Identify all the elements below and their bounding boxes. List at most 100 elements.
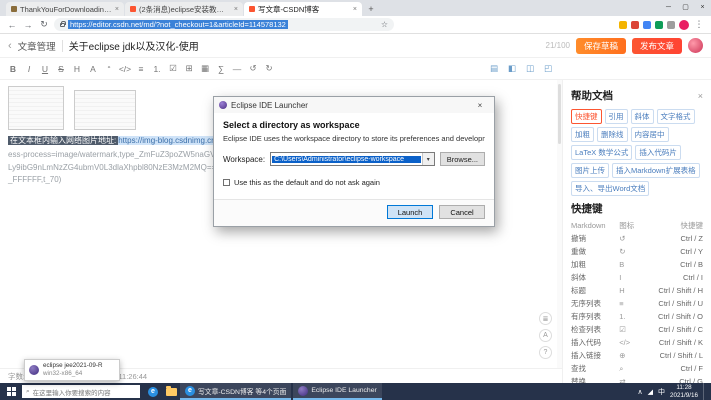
italic-icon: I (619, 271, 640, 284)
redo-icon[interactable]: ↻ (262, 61, 276, 77)
help-tag[interactable]: 内容居中 (631, 127, 669, 142)
browser-tab-write-article[interactable]: 写文章-CSDN博客 × (244, 2, 362, 16)
tab-close-icon[interactable]: × (115, 6, 119, 13)
notification-center-button[interactable] (703, 383, 709, 400)
help-tag[interactable]: 引用 (605, 109, 628, 124)
outline-icon[interactable]: ▤ (487, 61, 501, 77)
launch-button[interactable]: Launch (387, 205, 433, 219)
dialog-close-icon[interactable]: × (471, 101, 489, 110)
taskbar-clock[interactable]: 11:28 2021/9/16 (670, 384, 698, 400)
chevron-down-icon[interactable]: ▾ (422, 153, 434, 165)
help-tag[interactable]: 删除线 (597, 127, 628, 142)
code-icon[interactable]: </> (118, 61, 132, 77)
toc-button[interactable]: ≣ (539, 312, 552, 325)
quote-icon[interactable]: “ (102, 61, 116, 77)
back-chevron-icon[interactable]: ‹ (8, 40, 12, 52)
image-icon[interactable]: ▦ (198, 61, 212, 77)
publish-button[interactable]: 发布文章 (632, 38, 682, 54)
browser-tab-texlive[interactable]: ThankYouForDownloading TeX Live × (6, 2, 124, 16)
font-color-icon[interactable]: A (86, 61, 100, 77)
undo-icon[interactable]: ↺ (246, 61, 260, 77)
sidebar-close-icon[interactable]: × (698, 91, 703, 101)
taskbar-search-box[interactable]: ⌕ 在这里输入你要搜索的内容 (22, 385, 140, 398)
taskbar-window-eclipse[interactable]: Eclipse IDE Launcher (293, 383, 381, 400)
screenshot-thumbnail[interactable] (74, 90, 136, 130)
start-button[interactable] (0, 383, 22, 400)
cancel-button[interactable]: Cancel (439, 205, 485, 219)
shortcut-row: 插入代码</>Ctrl / Shift / K (571, 336, 703, 349)
default-workspace-checkbox[interactable] (223, 179, 230, 186)
feedback-button[interactable]: ? (539, 346, 552, 359)
checkbox-label: Use this as the default and do not ask a… (234, 178, 380, 187)
article-title-input[interactable]: 关于eclipse jdk以及汉化-使用 (69, 38, 540, 53)
code-icon: </> (619, 336, 640, 349)
window-maximize-button[interactable]: ▢ (677, 0, 694, 14)
ordered-list-icon[interactable]: 1. (150, 61, 164, 77)
extension-icon[interactable] (667, 21, 675, 29)
strikethrough-icon[interactable]: S (54, 61, 68, 77)
table-icon[interactable]: ⊞ (182, 61, 196, 77)
save-draft-button[interactable]: 保存草稿 (576, 38, 626, 54)
screenshot-thumbnail[interactable] (8, 86, 64, 130)
new-tab-button[interactable]: + (365, 3, 377, 15)
ime-indicator[interactable]: 中 (658, 387, 665, 397)
browser-menu-icon[interactable]: ⋮ (693, 19, 705, 30)
help-tag[interactable]: 插入代码片 (635, 145, 681, 160)
help-tag[interactable]: 加粗 (571, 127, 594, 142)
help-tag[interactable]: 文字格式 (657, 109, 695, 124)
italic-icon[interactable]: I (22, 61, 36, 77)
window-close-button[interactable]: × (694, 0, 711, 14)
shortcut-row: 斜体ICtrl / I (571, 271, 703, 284)
redo-icon: ↻ (619, 245, 640, 258)
unordered-list-icon[interactable]: ≡ (134, 61, 148, 77)
underline-icon[interactable]: U (38, 61, 52, 77)
extension-icon[interactable] (619, 21, 627, 29)
reload-icon[interactable]: ↻ (38, 19, 50, 30)
url-bar[interactable]: https://editor.csdn.net/md/?not_checkout… (54, 18, 394, 31)
help-tag[interactable]: 插入Markdown扩展表格 (612, 163, 700, 178)
scrollbar-thumb[interactable] (558, 84, 561, 144)
window-minimize-button[interactable]: ─ (660, 0, 677, 14)
help-tag[interactable]: 斜体 (631, 109, 654, 124)
tray-chevron-icon[interactable]: ∧ (637, 388, 642, 396)
extension-icon[interactable] (631, 21, 639, 29)
split-view-icon[interactable]: ◧ (505, 61, 519, 77)
help-tag[interactable]: 快捷键 (571, 109, 602, 124)
taskbar-preview-card[interactable]: eclipse jee2021-09-R win32-x86_64 (24, 359, 120, 381)
taskbar-window-browser[interactable]: 写文章-CSDN博客 等4个页面 (180, 383, 291, 400)
checklist-icon[interactable]: ☑ (166, 61, 180, 77)
network-icon[interactable]: ◢ (648, 388, 653, 396)
preview-icon[interactable]: ◫ (523, 61, 537, 77)
shortcut-row: 加粗BCtrl / B (571, 258, 703, 271)
workspace-combobox[interactable]: C:\Users\Administrator\eclipse-workspace… (270, 152, 435, 166)
article-manage-link[interactable]: 文章管理 (18, 39, 56, 53)
heading-icon[interactable]: H (70, 61, 84, 77)
theme-button[interactable]: A (539, 329, 552, 342)
browser-addressbar: ← → ↻ https://editor.csdn.net/md/?not_ch… (0, 16, 711, 34)
extension-icon[interactable] (643, 21, 651, 29)
tab-close-icon[interactable]: × (353, 6, 357, 13)
tab-close-icon[interactable]: × (234, 6, 238, 13)
help-tag[interactable]: LaTeX 数学公式 (571, 145, 632, 160)
browser-tab-eclipse-tutorial[interactable]: (2条消息)eclipse安装教程(超详细)-CSDN博客 × (125, 2, 243, 16)
editor-floating-buttons: ≣ A ? (539, 312, 552, 359)
user-avatar[interactable] (688, 38, 703, 53)
extension-icon[interactable] (655, 21, 663, 29)
back-icon[interactable]: ← (6, 20, 18, 30)
help-tag[interactable]: 导入、导出Word文档 (571, 181, 649, 196)
bold-icon[interactable]: B (6, 61, 20, 77)
formula-icon[interactable]: ∑ (214, 61, 228, 77)
editor-scrollbar[interactable] (557, 80, 562, 383)
fullscreen-icon[interactable]: ◰ (541, 61, 555, 77)
file-explorer-icon[interactable] (162, 383, 180, 400)
forward-icon[interactable]: → (22, 20, 34, 30)
browse-button[interactable]: Browse... (440, 152, 485, 166)
horizontal-rule-icon[interactable]: — (230, 61, 244, 77)
tab-favicon (249, 6, 255, 12)
undo-icon: ↺ (619, 232, 640, 245)
edge-taskbar-icon[interactable] (144, 383, 162, 400)
dialog-titlebar[interactable]: Eclipse IDE Launcher × (214, 97, 494, 113)
profile-avatar[interactable] (679, 20, 689, 30)
help-tag[interactable]: 图片上传 (571, 163, 609, 178)
bookmark-star-icon[interactable]: ☆ (381, 20, 388, 29)
